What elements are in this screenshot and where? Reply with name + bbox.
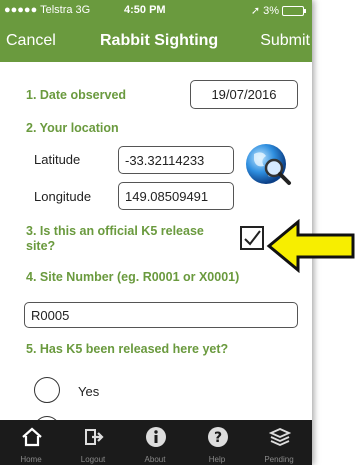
date-value: 19/07/2016 bbox=[211, 87, 277, 102]
official-site-label-line1: 3. Is this an official K5 release bbox=[26, 224, 204, 238]
tab-pending[interactable]: Pending bbox=[248, 420, 310, 465]
info-icon bbox=[146, 427, 166, 447]
yes-option-label: Yes bbox=[78, 384, 100, 399]
locate-globe-icon[interactable] bbox=[244, 140, 294, 190]
battery-percent: 3% bbox=[263, 4, 279, 17]
tab-home[interactable]: Home bbox=[0, 420, 62, 465]
tab-logout[interactable]: Logout bbox=[62, 420, 124, 465]
latitude-label: Latitude bbox=[34, 152, 81, 167]
latitude-value: -33.32114233 bbox=[125, 152, 205, 168]
page-title: Rabbit Sighting bbox=[100, 32, 219, 49]
carrier-signal: ●●●●● Telstra 3G bbox=[4, 4, 91, 16]
status-time: 4:50 PM bbox=[124, 4, 166, 16]
tab-home-label: Home bbox=[20, 455, 42, 464]
tab-pending-label: Pending bbox=[264, 455, 294, 464]
site-number-field[interactable]: R0005 bbox=[24, 302, 298, 328]
nav-bar: Cancel Rabbit Sighting Submit bbox=[0, 20, 312, 62]
battery-icon bbox=[282, 5, 306, 16]
cancel-button[interactable]: Cancel bbox=[6, 32, 56, 50]
help-icon: ? bbox=[208, 427, 228, 447]
yes-radio[interactable] bbox=[34, 377, 60, 403]
site-number-value: R0005 bbox=[31, 307, 70, 323]
k5-released-label: 5. Has K5 been released here yet? bbox=[26, 342, 229, 356]
submit-button[interactable]: Submit bbox=[260, 32, 310, 50]
tab-about-label: About bbox=[144, 455, 166, 464]
tab-about[interactable]: About bbox=[124, 420, 186, 465]
site-number-label: 4. Site Number (eg. R0001 or X0001) bbox=[26, 270, 240, 284]
longitude-value: 149.08509491 bbox=[125, 188, 209, 204]
location-arrow-icon: ➚ bbox=[250, 5, 261, 17]
tab-logout-label: Logout bbox=[80, 455, 106, 464]
tab-help-label: Help bbox=[208, 455, 226, 464]
pending-icon bbox=[269, 428, 291, 446]
status-bar: ●●●●● Telstra 3G 4:50 PM ➚ 3% bbox=[0, 0, 312, 20]
date-field[interactable]: 19/07/2016 bbox=[190, 80, 298, 109]
longitude-field[interactable]: 149.08509491 bbox=[118, 182, 234, 210]
status-right: ➚ 3% bbox=[250, 4, 306, 17]
official-site-checkbox[interactable] bbox=[240, 226, 264, 250]
logout-icon bbox=[85, 429, 104, 445]
checkmark-icon bbox=[244, 230, 261, 246]
svg-text:?: ? bbox=[214, 430, 222, 446]
tab-help[interactable]: ? Help bbox=[186, 420, 248, 465]
longitude-label: Longitude bbox=[34, 189, 92, 204]
latitude-field[interactable]: -33.32114233 bbox=[118, 146, 234, 174]
tab-bar: Home Logout About ? Help Pending bbox=[0, 420, 312, 465]
location-label: 2. Your location bbox=[26, 121, 119, 135]
date-observed-label: 1. Date observed bbox=[26, 88, 127, 102]
home-icon bbox=[22, 427, 42, 447]
official-site-label-line2: site? bbox=[26, 239, 56, 253]
callout-arrow-icon bbox=[266, 219, 355, 273]
